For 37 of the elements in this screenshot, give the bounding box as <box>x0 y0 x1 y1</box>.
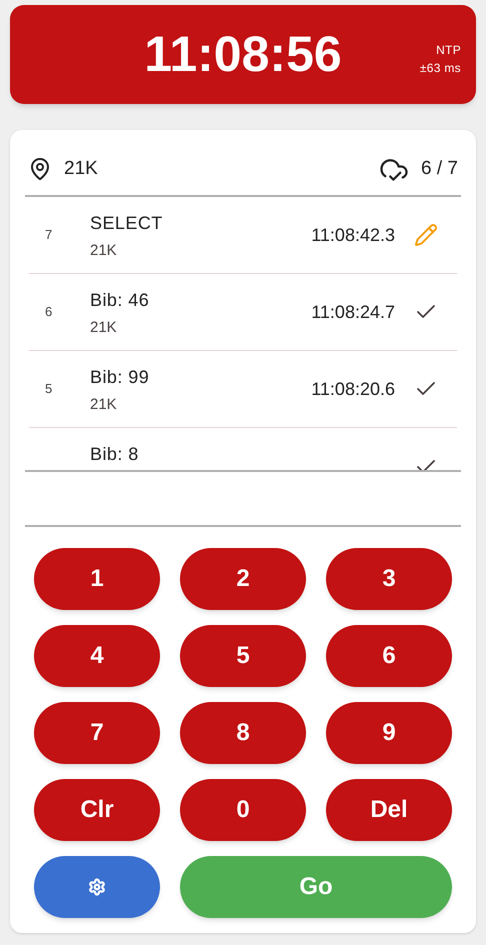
keypad-button[interactable]: 4 <box>34 625 160 687</box>
entry-row[interactable]: 6 Bib: 46 21K 11:08:24.7 <box>29 274 457 351</box>
sync-count: 6 / 7 <box>421 156 458 181</box>
entry-time: 11:08:42.3 <box>311 224 395 246</box>
entry-row[interactable]: 5 Bib: 99 21K 11:08:20.6 <box>29 351 457 428</box>
entry-row[interactable]: 7 SELECT 21K 11:08:42.3 <box>29 197 457 274</box>
keypad-button[interactable]: 6 <box>326 625 452 687</box>
entry-index: 7 <box>45 227 52 242</box>
entry-title: Bib: 8 <box>90 443 140 466</box>
sync-source: NTP <box>436 42 461 59</box>
keypad-button[interactable]: Del <box>326 779 452 841</box>
keypad-button[interactable]: 0 <box>180 779 306 841</box>
location-pin-icon <box>28 157 52 181</box>
clock-time: 11:08:56 <box>144 25 342 84</box>
entry-index: 5 <box>45 381 52 396</box>
entry-time: 11:08:20.6 <box>311 378 395 400</box>
entry-time: 11:08:24.7 <box>311 300 395 324</box>
entry-category: 21K <box>90 395 118 415</box>
settings-button[interactable] <box>34 856 160 918</box>
entry-title: Bib: 99 <box>90 366 150 389</box>
entry-category: 21K <box>90 241 118 261</box>
settings-icon <box>88 878 106 896</box>
entry-title: SELECT <box>90 212 164 235</box>
keypad-button[interactable]: 5 <box>180 625 306 687</box>
keypad-button[interactable]: 2 <box>180 548 306 610</box>
entry-category: 21K <box>90 318 118 338</box>
keypad-button[interactable]: 3 <box>326 548 452 610</box>
entry-title: Bib: 46 <box>90 289 150 312</box>
keypad-button[interactable]: 9 <box>326 702 452 764</box>
location-label: 21K <box>64 156 98 181</box>
keypad-button[interactable]: Clr <box>34 779 160 841</box>
keypad-button[interactable]: 1 <box>34 548 160 610</box>
sync-offset: ±63 ms <box>420 60 461 77</box>
keypad-button[interactable]: 7 <box>34 702 160 764</box>
entry-index: 6 <box>45 304 52 319</box>
keypad-button[interactable]: 8 <box>180 702 306 764</box>
entry-row[interactable]: Bib: 8 <box>29 428 457 470</box>
